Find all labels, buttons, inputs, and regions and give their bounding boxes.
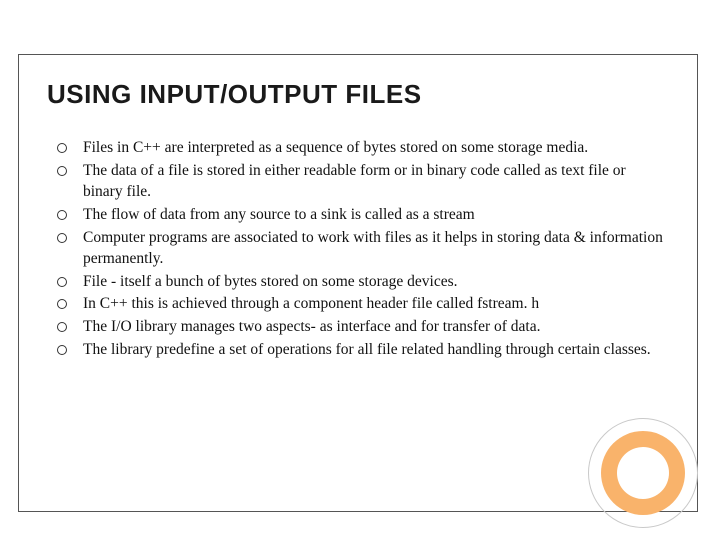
list-item: In C++ this is achieved through a compon… — [55, 294, 669, 315]
slide-title: USING INPUT/OUTPUT FILES — [47, 79, 669, 110]
list-item: The flow of data from any source to a si… — [55, 205, 669, 226]
list-item: The library predefine a set of operation… — [55, 340, 669, 361]
list-item: The data of a file is stored in either r… — [55, 161, 669, 203]
list-item: Computer programs are associated to work… — [55, 228, 669, 270]
list-item: Files in C++ are interpreted as a sequen… — [55, 138, 669, 159]
list-item: The I/O library manages two aspects- as … — [55, 317, 669, 338]
bullet-list: Files in C++ are interpreted as a sequen… — [47, 138, 669, 361]
list-item: File - itself a bunch of bytes stored on… — [55, 272, 669, 293]
slide-frame: USING INPUT/OUTPUT FILES Files in C++ ar… — [18, 54, 698, 512]
